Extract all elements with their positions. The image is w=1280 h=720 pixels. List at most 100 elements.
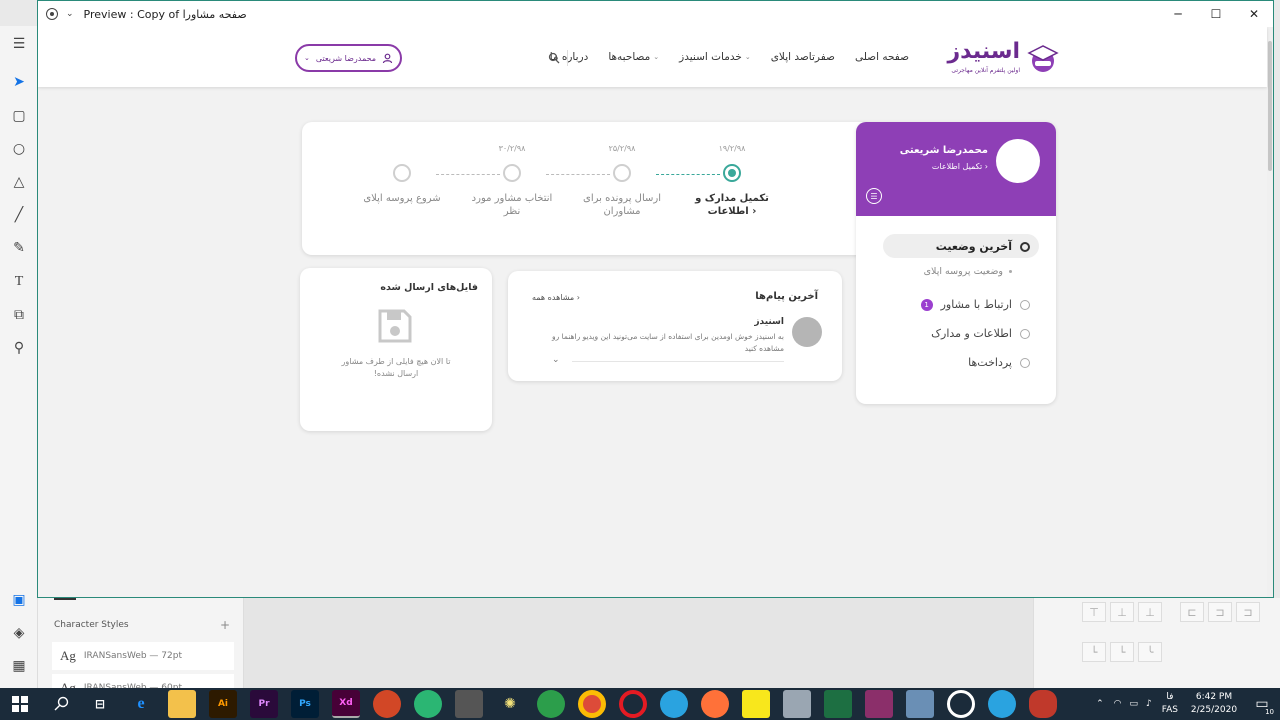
app-icon[interactable] [947, 690, 975, 718]
align-center-icon[interactable]: ⊐ [1208, 602, 1232, 622]
excel-icon[interactable] [824, 690, 852, 718]
site-header: اسنیدز اولین پلتفرم آنلاین مهاجرتی صفحه … [38, 27, 1267, 87]
minimize-button[interactable]: ─ [1159, 1, 1197, 27]
property-panel: ⊤ ⊥ ⊥ ⊏ ⊐ ⊐ └ └ ╰ [1034, 598, 1280, 688]
xd-icon[interactable]: Xd [332, 690, 360, 718]
step-start-apply[interactable]: شروع پروسه اپلای [352, 144, 452, 205]
corner-icon[interactable]: └ [1082, 642, 1106, 662]
corner-icon[interactable]: ╰ [1138, 642, 1162, 662]
char-style-item[interactable]: Ag IRANSansWeb — 72pt [52, 642, 234, 670]
chevron-down-icon: ⌄ [744, 53, 751, 61]
nav-item-zero-to-hundred[interactable]: صفرتاصد اپلای [771, 51, 835, 63]
align-middle-icon[interactable]: ⊥ [1110, 602, 1134, 622]
site-logo[interactable]: اسنیدز اولین پلتفرم آنلاین مهاجرتی [947, 39, 1060, 79]
menu-item-latest-status[interactable]: آخرین وضعیت [936, 240, 1030, 253]
menu-subitem-apply-status[interactable]: وضعیت پروسه اپلای [924, 266, 1012, 277]
chrome-icon[interactable] [578, 690, 606, 718]
app-icon[interactable] [455, 690, 483, 718]
bulb-icon[interactable]: ✺ [496, 690, 524, 718]
latest-messages-card: آخرین پیام‌ها مشاهده همه › اسنیدز به اسن… [508, 271, 842, 381]
windows-start-icon[interactable] [12, 696, 28, 712]
nav-label: صفرتاصد اپلای [770, 51, 835, 63]
zoom-tool-icon[interactable]: ⚲ [9, 338, 29, 358]
maximize-button[interactable]: ☐ [1197, 1, 1235, 27]
align-right-icon[interactable]: ⊐ [1236, 602, 1260, 622]
language-code: FAS [1161, 705, 1178, 715]
globe-icon[interactable] [537, 690, 565, 718]
chevron-down-icon[interactable]: ⌄ [552, 355, 560, 365]
powerpoint-icon[interactable] [373, 690, 401, 718]
artboard-tool-icon[interactable]: ⧉ [9, 305, 29, 325]
align-bottom-icon[interactable]: ⊥ [1138, 602, 1162, 622]
step-choose-consultant[interactable]: ۳۰/۲/۹۸ انتخاب مشاور مورد نظر [462, 144, 562, 218]
edge-icon[interactable]: e [127, 690, 155, 718]
battery-icon[interactable]: ▭ [1130, 699, 1139, 709]
select-tool-icon[interactable]: ➤ [9, 72, 29, 92]
step-label: تکمیل مدارک و اطلاعات › [695, 193, 769, 217]
xd-preview-icon [46, 8, 58, 20]
complete-info-link[interactable]: تکمیل اطلاعات › [932, 162, 988, 171]
nav-item-interviews[interactable]: مصاحبه‌ها ⌄ [608, 51, 659, 63]
sent-files-card: فایل‌های ارسال شده تا الان هیچ فایلی از … [300, 268, 492, 431]
app-icon[interactable] [1029, 690, 1057, 718]
pen-tool-icon[interactable]: ✎ [9, 238, 29, 258]
photoshop-icon[interactable]: Ps [291, 690, 319, 718]
rectangle-tool-icon[interactable]: ▢ [9, 106, 29, 126]
search-icon[interactable] [54, 696, 70, 712]
language-indicator[interactable]: فا FAS [1162, 691, 1178, 717]
task-view-icon[interactable]: ⊟ [86, 690, 114, 718]
messenger-icon[interactable] [414, 690, 442, 718]
step-indicator [723, 164, 741, 182]
view-all-link[interactable]: مشاهده همه › [532, 293, 580, 302]
premiere-icon[interactable]: Pr [250, 690, 278, 718]
telegram-icon[interactable] [988, 690, 1016, 718]
avatar[interactable] [996, 139, 1040, 183]
nav-item-services[interactable]: خدمات اسنیدز ⌄ [679, 51, 751, 63]
sticky-notes-icon[interactable] [742, 690, 770, 718]
align-top-icon[interactable]: ⊤ [1082, 602, 1106, 622]
text-tool-icon[interactable]: T [9, 272, 29, 292]
menu-item-documents[interactable]: اطلاعات و مدارک [931, 327, 1030, 340]
clock-date: 2/25/2020 [1190, 705, 1238, 715]
menu-item-consultant[interactable]: ارتباط با مشاور 1 [920, 298, 1030, 311]
layers-icon[interactable]: ◈ [9, 623, 29, 643]
file-explorer-icon[interactable] [168, 690, 196, 718]
volume-icon[interactable]: ♪ [1146, 699, 1152, 709]
add-char-style-button[interactable]: + [220, 618, 230, 632]
illustrator-icon[interactable]: Ai [209, 690, 237, 718]
app-icon[interactable] [783, 690, 811, 718]
chevron-down-icon: ⌄ [303, 54, 310, 62]
opera-icon[interactable] [619, 690, 647, 718]
wifi-icon[interactable]: ◠ [1114, 699, 1122, 709]
clock[interactable]: 6:42 PM 2/25/2020 [1184, 691, 1244, 717]
notification-center-button[interactable]: ▭ 10 [1244, 688, 1280, 720]
align-left-icon[interactable]: ⊏ [1180, 602, 1204, 622]
polygon-tool-icon[interactable]: △ [9, 172, 29, 192]
step-send-file[interactable]: ۲۵/۲/۹۸ ارسال پرونده برای مشاوران [572, 144, 672, 218]
scrollbar[interactable] [1267, 27, 1273, 597]
notepad-icon[interactable] [906, 690, 934, 718]
close-button[interactable]: ✕ [1235, 1, 1273, 27]
hamburger-icon[interactable]: ☰ [9, 34, 29, 54]
assets-icon[interactable]: ▣ [9, 590, 29, 610]
window-menu-chevron-icon[interactable]: ⌄ [66, 9, 74, 19]
nav-item-home[interactable]: صفحه اصلی [855, 51, 909, 63]
chevron-up-icon[interactable]: ⌃ [1096, 699, 1104, 709]
menu-item-payments[interactable]: پرداخت‌ها [968, 356, 1030, 369]
telegram-icon[interactable] [660, 690, 688, 718]
step-complete-documents[interactable]: ۱۹/۲/۹۸ تکمیل مدارک و اطلاعات › [682, 144, 782, 218]
profile-card: محمدرضا شریعتی تکمیل اطلاعات › ☰ آخرین و… [856, 122, 1056, 404]
corner-icon[interactable]: └ [1110, 642, 1134, 662]
user-account-button[interactable]: ⌄ محمدرضا شریعتی [295, 44, 402, 72]
search-icon[interactable] [548, 52, 560, 64]
firefox-icon[interactable] [701, 690, 729, 718]
winrar-icon[interactable] [865, 690, 893, 718]
step-date: ۳۰/۲/۹۸ [498, 144, 526, 153]
step-label: انتخاب مشاور مورد نظر [471, 193, 553, 217]
scrollbar-thumb[interactable] [1268, 41, 1272, 171]
plugins-icon[interactable]: ▦ [9, 656, 29, 676]
nav-label: مصاحبه‌ها [608, 51, 651, 63]
ellipse-tool-icon[interactable]: ○ [9, 139, 29, 159]
settings-icon[interactable]: ☰ [866, 188, 882, 204]
line-tool-icon[interactable]: ╱ [9, 205, 29, 225]
